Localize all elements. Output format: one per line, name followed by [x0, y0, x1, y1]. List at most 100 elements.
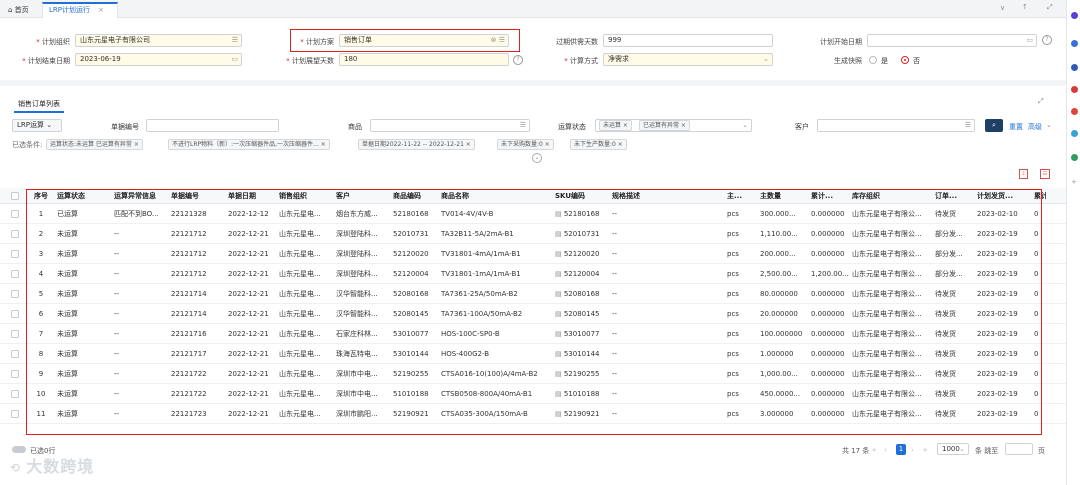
search-button[interactable]: ⌕: [985, 119, 1003, 132]
row-checkbox[interactable]: [11, 210, 19, 218]
row-checkbox[interactable]: [11, 410, 19, 418]
row-checkbox[interactable]: [11, 270, 19, 278]
calendar-icon[interactable]: ▭: [231, 54, 238, 65]
watermark-logo: ⟲ 大数跨境: [10, 457, 95, 476]
tab-lrp-run[interactable]: LRP计划运行 ×: [42, 2, 118, 18]
condition-tag[interactable]: 不进行LRP物料（新）:一次压缩器件品,一次压缩器件... ×: [168, 139, 330, 150]
calc-select[interactable]: 净需求 ⌄: [603, 53, 773, 66]
status-tag: 已运算有异常 ×: [639, 120, 690, 131]
home-icon: ⌂: [8, 6, 15, 14]
chevron-down-icon[interactable]: ∨: [1000, 4, 1005, 12]
end-date-label: * 计划结束日期: [22, 57, 70, 65]
help-icon[interactable]: ?: [1042, 35, 1052, 45]
tool-icon[interactable]: [1071, 12, 1078, 19]
condition-tag[interactable]: 运算状态:未运算 已运算有异常 ×: [46, 139, 143, 150]
snapshot-label: 生成快照: [834, 57, 862, 65]
page-size-select[interactable]: 1000 ⌄: [937, 443, 969, 455]
collapse-conditions-icon[interactable]: ⌄: [532, 153, 542, 163]
org-label: * 计划组织: [36, 38, 70, 46]
divider: [0, 80, 1066, 86]
first-page-icon[interactable]: «: [872, 446, 876, 454]
end-date-field[interactable]: 2023-06-19 ▭: [75, 53, 242, 66]
prev-page-icon[interactable]: ‹: [884, 446, 887, 454]
conditions-label: 已选条件:: [12, 141, 43, 149]
reset-link[interactable]: 重置: [1009, 122, 1023, 132]
tool-icon[interactable]: [1071, 86, 1078, 93]
tab-bar: ⌂ 首页 LRP计划运行 × ∨ ↑ ⤢: [0, 0, 1066, 18]
row-checkbox[interactable]: [11, 350, 19, 358]
goto-label: 条 跳至: [975, 447, 999, 455]
calc-label: * 计算方式: [564, 57, 598, 65]
status-label: 运算状态: [558, 123, 586, 131]
search-icon: ⌕: [992, 121, 996, 129]
tool-icon[interactable]: [1071, 40, 1078, 47]
fullscreen-icon[interactable]: ⤢: [1038, 97, 1044, 106]
goto-page-input[interactable]: [1005, 443, 1033, 455]
select-all-checkbox[interactable]: [11, 192, 19, 200]
highlight-box: [26, 189, 1042, 435]
status-tag: 未运算 ×: [599, 120, 632, 131]
advanced-link[interactable]: 高级: [1028, 122, 1042, 132]
settings-icon[interactable]: ☷: [1040, 169, 1050, 179]
chevron-down-icon: ⌄: [959, 445, 965, 453]
chevron-down-icon: ⌄: [763, 55, 769, 63]
chevron-down-icon[interactable]: ⌄: [1046, 121, 1052, 129]
status-select[interactable]: 未运算 × 已运算有异常 × ⌄: [595, 119, 752, 132]
doc-no-label: 单据编号: [111, 123, 139, 131]
snapshot-yes-label: 是: [881, 57, 888, 65]
export-icon[interactable]: ⇩: [1019, 169, 1028, 179]
expand-icon[interactable]: ⤢: [1047, 3, 1053, 12]
condition-tag[interactable]: 未下采购数量:0 ×: [497, 139, 554, 150]
customer-label: 客户: [795, 123, 809, 131]
view-days-label: * 计划展望天数: [286, 57, 334, 65]
list-icon[interactable]: ☰: [520, 120, 526, 131]
row-checkbox[interactable]: [11, 230, 19, 238]
row-checkbox[interactable]: [11, 250, 19, 258]
start-date-label: 计划开始日期: [820, 38, 862, 46]
user-icon[interactable]: [1071, 64, 1078, 71]
condition-tag[interactable]: 单据日期2022-11-22 -- 2022-12-21 ×: [358, 139, 475, 150]
snapshot-yes-radio[interactable]: [869, 56, 877, 64]
list-icon[interactable]: ☰: [965, 120, 971, 131]
row-checkbox[interactable]: [11, 310, 19, 318]
help-icon[interactable]: ?: [513, 55, 523, 65]
tool-icon[interactable]: [1071, 108, 1078, 115]
tool-icon[interactable]: [1071, 154, 1078, 161]
doc-no-input[interactable]: [146, 119, 279, 132]
row-checkbox[interactable]: [11, 290, 19, 298]
orders-title: 销售订单列表: [18, 100, 60, 108]
snapshot-no-radio[interactable]: [901, 56, 909, 64]
total-count: 共 17 条: [842, 447, 870, 455]
row-checkbox[interactable]: [11, 390, 19, 398]
close-tab-icon[interactable]: ×: [98, 6, 104, 14]
next-page-icon[interactable]: ›: [911, 446, 914, 454]
snapshot-no-label: 否: [913, 57, 920, 65]
row-checkbox[interactable]: [11, 370, 19, 378]
arrow-up-icon[interactable]: ↑: [1022, 3, 1028, 11]
condition-tag[interactable]: 未下生产数量:0 ×: [570, 139, 627, 150]
customer-input[interactable]: ☰: [817, 119, 975, 132]
lrp-run-button[interactable]: LRP运算 ⌄: [12, 119, 62, 132]
chevron-down-icon: ⌄: [742, 121, 748, 129]
last-page-icon[interactable]: »: [923, 446, 927, 454]
view-days-field[interactable]: 180: [339, 53, 509, 66]
toggle-switch[interactable]: [12, 446, 26, 453]
highlight-box: [290, 29, 520, 52]
overdue-field[interactable]: 999: [603, 34, 773, 47]
goto-suffix: 页: [1038, 447, 1045, 455]
product-label: 商品: [348, 123, 362, 131]
current-page[interactable]: 1: [896, 444, 906, 455]
product-input[interactable]: ☰: [370, 119, 530, 132]
overdue-label: 过期供需天数: [556, 38, 598, 46]
logo-icon: ⟲: [10, 461, 27, 475]
tab-home[interactable]: ⌂ 首页: [2, 2, 35, 18]
right-tool-strip: +: [1066, 0, 1080, 485]
plus-icon[interactable]: +: [1071, 178, 1077, 186]
chevron-down-icon: ⌄: [46, 121, 53, 129]
calendar-icon[interactable]: ▭: [1026, 35, 1033, 46]
tool-icon[interactable]: [1071, 130, 1078, 137]
start-date-field[interactable]: ▭: [867, 34, 1037, 47]
org-field[interactable]: 山东元星电子有限公司 ☰: [75, 34, 242, 47]
row-checkbox[interactable]: [11, 330, 19, 338]
list-icon[interactable]: ☰: [232, 35, 238, 46]
